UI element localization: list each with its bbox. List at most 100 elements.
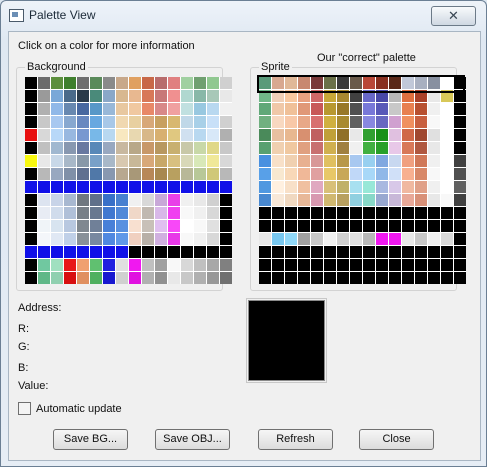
background-color-cell[interactable] <box>155 155 167 167</box>
sprite-color-cell[interactable] <box>454 129 466 141</box>
background-color-cell[interactable] <box>116 272 128 284</box>
background-color-cell[interactable] <box>77 233 89 245</box>
sprite-color-cell[interactable] <box>298 77 310 89</box>
sprite-color-cell[interactable] <box>311 129 323 141</box>
background-color-cell[interactable] <box>168 129 180 141</box>
sprite-color-cell[interactable] <box>350 103 362 115</box>
background-color-cell[interactable] <box>51 207 63 219</box>
sprite-color-cell[interactable] <box>324 142 336 154</box>
sprite-color-cell[interactable] <box>376 220 388 232</box>
background-color-cell[interactable] <box>142 233 154 245</box>
background-color-cell[interactable] <box>181 168 193 180</box>
background-color-cell[interactable] <box>25 116 37 128</box>
sprite-color-cell[interactable] <box>259 220 271 232</box>
background-color-cell[interactable] <box>64 168 76 180</box>
sprite-color-cell[interactable] <box>285 207 297 219</box>
background-color-cell[interactable] <box>90 142 102 154</box>
background-color-cell[interactable] <box>64 90 76 102</box>
background-color-cell[interactable] <box>168 181 180 193</box>
sprite-color-cell[interactable] <box>285 103 297 115</box>
sprite-color-cell[interactable] <box>415 116 427 128</box>
background-color-cell[interactable] <box>168 155 180 167</box>
sprite-color-cell[interactable] <box>285 181 297 193</box>
background-color-cell[interactable] <box>181 181 193 193</box>
background-color-cell[interactable] <box>103 77 115 89</box>
background-color-cell[interactable] <box>168 220 180 232</box>
sprite-color-cell[interactable] <box>376 194 388 206</box>
sprite-color-cell[interactable] <box>311 207 323 219</box>
background-color-cell[interactable] <box>51 155 63 167</box>
sprite-color-cell[interactable] <box>259 103 271 115</box>
background-color-cell[interactable] <box>207 90 219 102</box>
background-color-cell[interactable] <box>181 207 193 219</box>
sprite-color-cell[interactable] <box>324 77 336 89</box>
background-color-cell[interactable] <box>51 181 63 193</box>
background-color-cell[interactable] <box>220 207 232 219</box>
sprite-color-cell[interactable] <box>259 272 271 284</box>
background-color-cell[interactable] <box>220 181 232 193</box>
sprite-color-cell[interactable] <box>363 220 375 232</box>
background-color-cell[interactable] <box>220 155 232 167</box>
background-color-cell[interactable] <box>168 116 180 128</box>
background-color-cell[interactable] <box>51 259 63 271</box>
sprite-color-cell[interactable] <box>272 194 284 206</box>
sprite-color-cell[interactable] <box>324 272 336 284</box>
sprite-color-cell[interactable] <box>454 194 466 206</box>
sprite-color-cell[interactable] <box>376 207 388 219</box>
background-color-cell[interactable] <box>155 129 167 141</box>
background-color-cell[interactable] <box>51 168 63 180</box>
sprite-color-cell[interactable] <box>376 246 388 258</box>
sprite-color-cell[interactable] <box>363 129 375 141</box>
background-color-cell[interactable] <box>194 233 206 245</box>
sprite-color-cell[interactable] <box>402 103 414 115</box>
sprite-color-cell[interactable] <box>363 77 375 89</box>
sprite-color-cell[interactable] <box>324 168 336 180</box>
background-color-cell[interactable] <box>155 142 167 154</box>
sprite-color-cell[interactable] <box>311 246 323 258</box>
background-color-cell[interactable] <box>129 233 141 245</box>
background-color-cell[interactable] <box>129 142 141 154</box>
background-color-cell[interactable] <box>77 168 89 180</box>
sprite-color-cell[interactable] <box>350 259 362 271</box>
background-color-cell[interactable] <box>220 259 232 271</box>
sprite-color-cell[interactable] <box>324 116 336 128</box>
sprite-color-cell[interactable] <box>454 77 466 89</box>
background-color-cell[interactable] <box>51 116 63 128</box>
background-color-cell[interactable] <box>142 155 154 167</box>
sprite-color-cell[interactable] <box>285 77 297 89</box>
background-color-cell[interactable] <box>220 129 232 141</box>
background-color-cell[interactable] <box>116 155 128 167</box>
sprite-color-cell[interactable] <box>324 246 336 258</box>
sprite-color-cell[interactable] <box>402 90 414 102</box>
background-color-cell[interactable] <box>155 272 167 284</box>
background-color-cell[interactable] <box>90 77 102 89</box>
background-color-cell[interactable] <box>168 168 180 180</box>
background-color-cell[interactable] <box>194 194 206 206</box>
sprite-color-cell[interactable] <box>363 194 375 206</box>
sprite-color-cell[interactable] <box>363 246 375 258</box>
background-color-cell[interactable] <box>51 103 63 115</box>
sprite-color-cell[interactable] <box>402 129 414 141</box>
sprite-color-cell[interactable] <box>376 181 388 193</box>
background-color-cell[interactable] <box>155 77 167 89</box>
sprite-color-cell[interactable] <box>285 194 297 206</box>
background-color-cell[interactable] <box>194 220 206 232</box>
background-color-cell[interactable] <box>116 233 128 245</box>
background-color-cell[interactable] <box>103 142 115 154</box>
background-color-cell[interactable] <box>103 168 115 180</box>
sprite-color-cell[interactable] <box>337 207 349 219</box>
sprite-color-cell[interactable] <box>324 220 336 232</box>
background-color-cell[interactable] <box>194 103 206 115</box>
background-color-cell[interactable] <box>103 90 115 102</box>
sprite-color-cell[interactable] <box>350 220 362 232</box>
background-color-cell[interactable] <box>90 246 102 258</box>
sprite-color-cell[interactable] <box>389 103 401 115</box>
background-color-cell[interactable] <box>38 116 50 128</box>
sprite-color-cell[interactable] <box>272 77 284 89</box>
sprite-color-cell[interactable] <box>441 259 453 271</box>
sprite-color-cell[interactable] <box>402 272 414 284</box>
sprite-color-cell[interactable] <box>298 103 310 115</box>
sprite-color-cell[interactable] <box>363 142 375 154</box>
sprite-color-cell[interactable] <box>259 246 271 258</box>
sprite-color-cell[interactable] <box>285 90 297 102</box>
